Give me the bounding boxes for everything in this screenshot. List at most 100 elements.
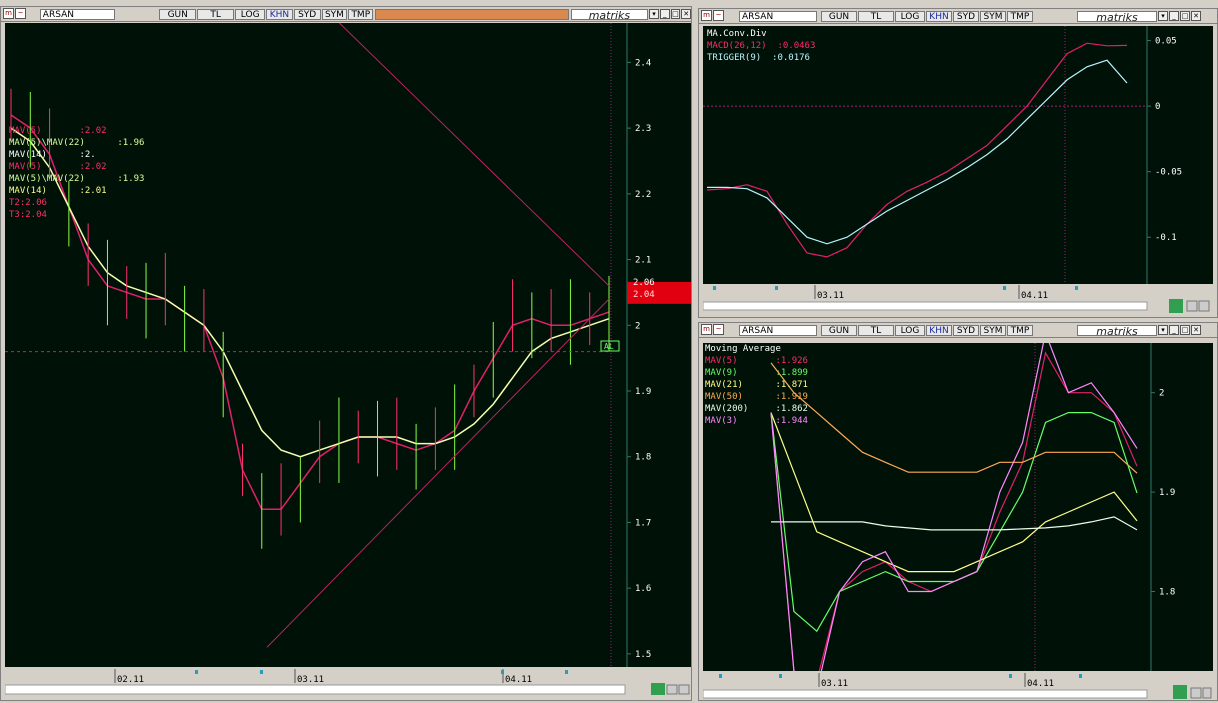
main-legend-item: MAV(14) :2.01 [9,186,107,196]
date-marker [779,674,782,678]
main-price-chart[interactable]: 1.5 1.6 1.7 1.8 1.9 2 2.1 2.2 2.3 2.4 2.06 2.04 AL [5,23,691,667]
y-tick-label: 1.9 [1159,488,1175,498]
series-line-mav-50- [770,362,1138,474]
x-tick-label: 04.11 [1021,291,1048,301]
main-plot-area[interactable]: 1.5 1.6 1.7 1.8 1.9 2 2.1 2.2 2.3 2.4 2.06 2.04 AL M… [5,23,691,667]
y-tick-label: 0 [1155,102,1160,112]
gun-button[interactable]: GUN [159,8,197,20]
macd-legend: MA.Conv.Div MACD(26,12) :0.0463 TRIGGER(9)… [707,28,815,64]
scroll-right-icon [1198,300,1210,312]
scroll-left-icon [666,684,678,695]
sym-button[interactable]: SYM [980,324,1006,336]
macd-date-bar: 03.11 04.11 [702,285,1213,315]
app-logo-icon: m ~ [3,8,38,20]
ma-toolbar: m ~ ARSAN GUN TL LOG KHN SYD SYM TMP matr… [699,323,1217,338]
brand-label: matriks [1077,324,1157,337]
ma-legend-item: MAV(200) :1.862 [705,404,808,414]
scroll-left-icon [1186,300,1198,312]
tl-button[interactable]: TL [858,10,894,22]
y-tick-label: -0.1 [1155,233,1177,243]
tmp-button[interactable]: TMP [348,8,374,20]
dropdown-icon[interactable]: ▾ [1158,11,1168,21]
macd-plot-area[interactable]: 0.05 0 -0.05 -0.1 MA.Conv.Div MACD(26,12) :0… [703,26,1213,284]
macd-legend-item: MACD(26,12) :0.0463 [707,41,816,51]
minimize-icon[interactable]: _ [1169,325,1179,335]
date-marker [1079,674,1082,678]
main-legend-item: MAV(5) :2.02 [9,162,107,172]
x-tick-label: 03.11 [817,291,844,301]
macd-toolbar: m ~ ARSAN GUN TL LOG KHN SYD SYM TMP matr… [699,9,1217,24]
y-tick-label: 1.6 [635,584,651,594]
y-tick-label: 2 [1159,389,1164,399]
date-marker [1009,674,1012,678]
macd-legend-item: TRIGGER(9) :0.0176 [707,53,810,63]
series-line-mav-5- [770,351,1138,671]
price-label-bottom: 2.04 [633,290,655,300]
y-tick-label: 1.7 [635,518,651,528]
ma-legend-item: MAV(3) :1.944 [705,416,808,426]
y-tick-label: 1.8 [1159,587,1175,597]
horizontal-scrollbar [4,684,626,695]
close-icon[interactable]: ✕ [681,9,692,19]
khn-button[interactable]: KHN [926,10,952,22]
date-marker [1003,286,1006,290]
symbol-field[interactable]: ARSAN [739,10,817,22]
tl-button[interactable]: TL [858,324,894,336]
resistance-trendline [338,23,610,287]
main-toolbar: m ~ ARSAN GUN TL LOG KHN SYD SYM TMP matr… [1,7,692,22]
main-legend-item: T3:2.04 [9,210,47,220]
close-icon[interactable]: ✕ [1191,325,1201,335]
khn-button[interactable]: KHN [266,8,293,20]
log-button[interactable]: LOG [235,8,266,20]
sym-button[interactable]: SYM [980,10,1006,22]
series-line-mav-200- [771,516,1138,531]
syd-button[interactable]: SYD [953,324,979,336]
brand-label: matriks [570,8,649,21]
tmp-button[interactable]: TMP [1007,324,1033,336]
main-legend-item: MAV(5)\MAV(22) :1.96 [9,138,145,148]
maximize-icon[interactable]: □ [670,9,681,19]
dropdown-icon[interactable]: ▾ [1158,325,1168,335]
y-tick-label: 0.05 [1155,37,1177,47]
main-legend-item: T2:2.06 [9,198,47,208]
tl-button[interactable]: TL [197,8,235,20]
main-legend: MAV(5) :2.02 MAV(5)\MAV(22) :1.96 MAV(14) … [9,125,144,221]
minimize-icon[interactable]: _ [659,9,670,19]
date-marker [260,670,263,674]
date-marker [719,674,722,678]
ma-date-bar: 03.11 04.11 [702,673,1213,699]
macd-legend-item: MA.Conv.Div [707,29,767,39]
symbol-field[interactable]: ARSAN [39,8,116,20]
log-button[interactable]: LOG [895,10,925,22]
ma-plot-area[interactable]: 2 1.9 1.8 Moving Average MAV(5) :1.926 MAV(9… [703,343,1213,671]
ma-legend-item: Moving Average [705,344,781,354]
date-marker [775,286,778,290]
ma-legend-item: MAV(50) :1.919 [705,392,808,402]
ma-legend-item: MAV(21) :1.871 [705,380,808,390]
brand-label: matriks [1077,10,1157,23]
ma-legend-item: MAV(5) :1.926 [705,356,808,366]
sym-button[interactable]: SYM [321,8,348,20]
y-tick-label: -0.05 [1155,168,1182,178]
tmp-button[interactable]: TMP [1007,10,1033,22]
khn-button[interactable]: KHN [926,324,952,336]
macd-chart[interactable]: 0.05 0 -0.05 -0.1 [703,26,1213,284]
series-line-macd-26-12- [706,42,1128,258]
x-tick-label: 04.11 [505,675,532,685]
y-tick-label: 2.3 [635,124,651,134]
log-button[interactable]: LOG [895,324,925,336]
series-line-mav-21- [770,412,1138,573]
symbol-field[interactable]: ARSAN [739,324,817,336]
app-logo-icon: m ~ [701,10,737,22]
syd-button[interactable]: SYD [953,10,979,22]
minimize-icon[interactable]: _ [1169,11,1179,21]
refresh-icon [651,683,665,695]
gun-button[interactable]: GUN [821,324,857,336]
close-icon[interactable]: ✕ [1191,11,1201,21]
syd-button[interactable]: SYD [293,8,321,20]
maximize-icon[interactable]: □ [1180,325,1190,335]
dropdown-icon[interactable]: ▾ [649,9,659,19]
gun-button[interactable]: GUN [821,10,857,22]
progress-bar [375,8,569,20]
maximize-icon[interactable]: □ [1180,11,1190,21]
